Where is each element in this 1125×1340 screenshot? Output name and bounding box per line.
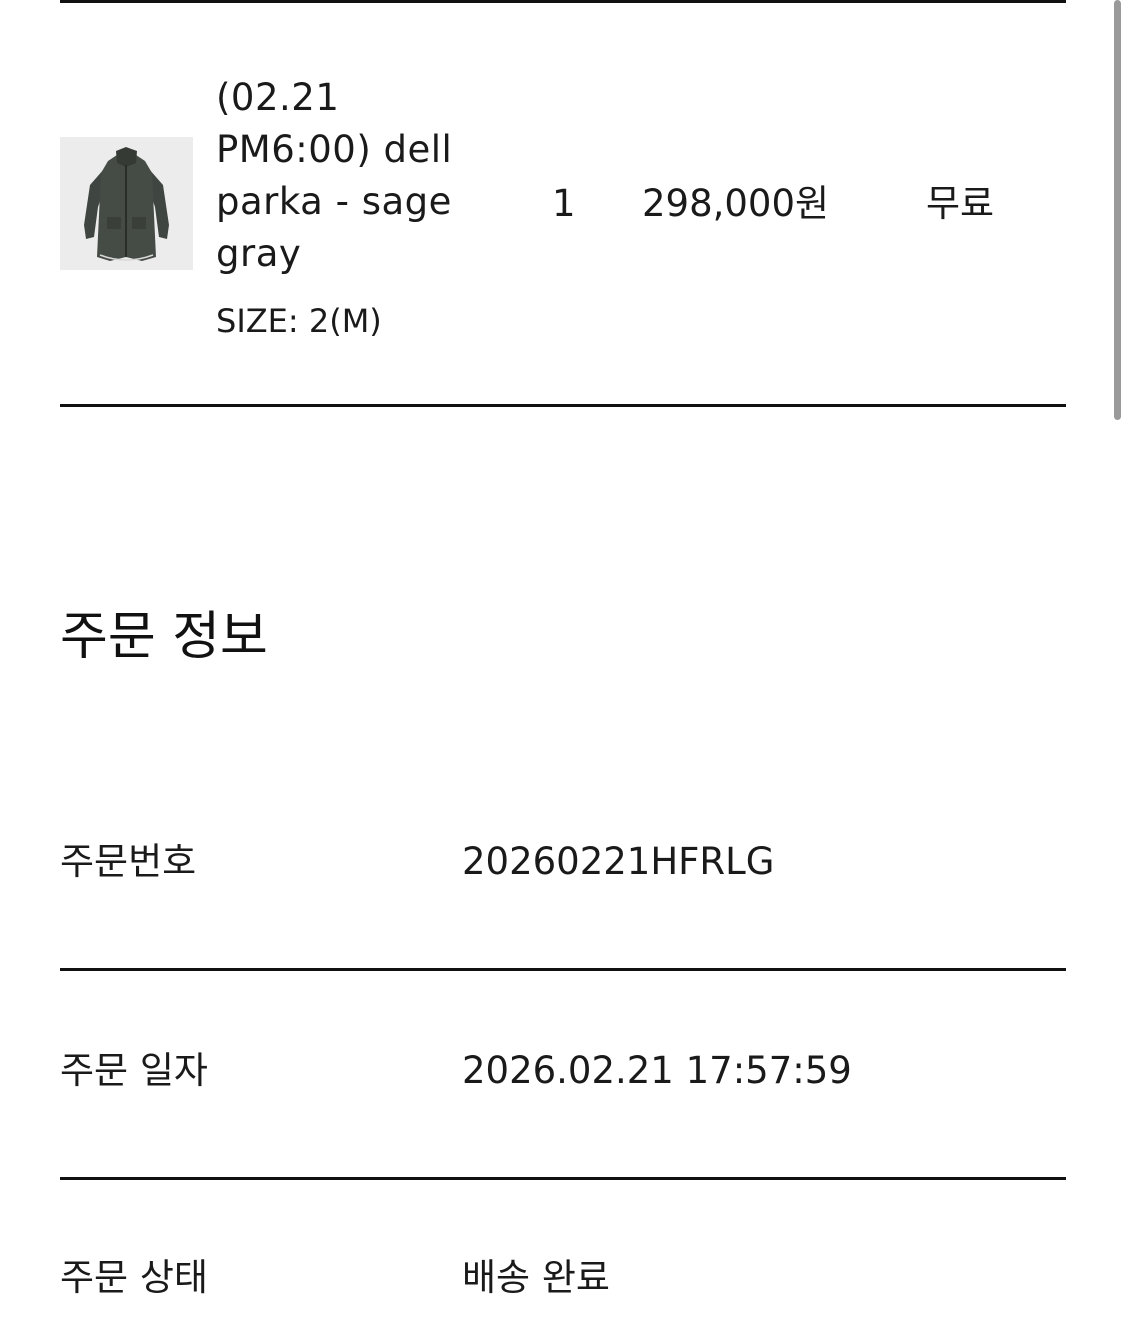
order-status-label: 주문 상태 bbox=[60, 1256, 208, 1299]
product-thumbnail[interactable] bbox=[60, 137, 193, 270]
product-shipping-fee: 무료 bbox=[926, 182, 995, 225]
order-info-title: 주문 정보 bbox=[60, 607, 268, 667]
product-option: SIZE: 2(M) bbox=[216, 302, 382, 340]
product-name[interactable]: (02.21 PM6:00) dell parka - sage gray bbox=[216, 72, 506, 280]
order-item-top-divider bbox=[60, 0, 1066, 3]
order-info-divider-1 bbox=[60, 968, 1066, 971]
order-number-value: 20260221HFRLG bbox=[462, 840, 775, 883]
order-date-value: 2026.02.21 17:57:59 bbox=[462, 1049, 852, 1092]
order-number-label: 주문번호 bbox=[60, 840, 197, 883]
product-quantity: 1 bbox=[552, 182, 576, 225]
parka-product-photo bbox=[60, 137, 193, 270]
product-price: 298,000원 bbox=[642, 182, 830, 225]
scrollbar-thumb[interactable] bbox=[1114, 0, 1121, 420]
order-date-label: 주문 일자 bbox=[60, 1049, 208, 1092]
order-status-value: 배송 완료 bbox=[462, 1256, 610, 1299]
order-info-divider-2 bbox=[60, 1177, 1066, 1180]
order-item-bottom-divider bbox=[60, 404, 1066, 407]
scrollbar-track[interactable] bbox=[1111, 0, 1125, 1340]
